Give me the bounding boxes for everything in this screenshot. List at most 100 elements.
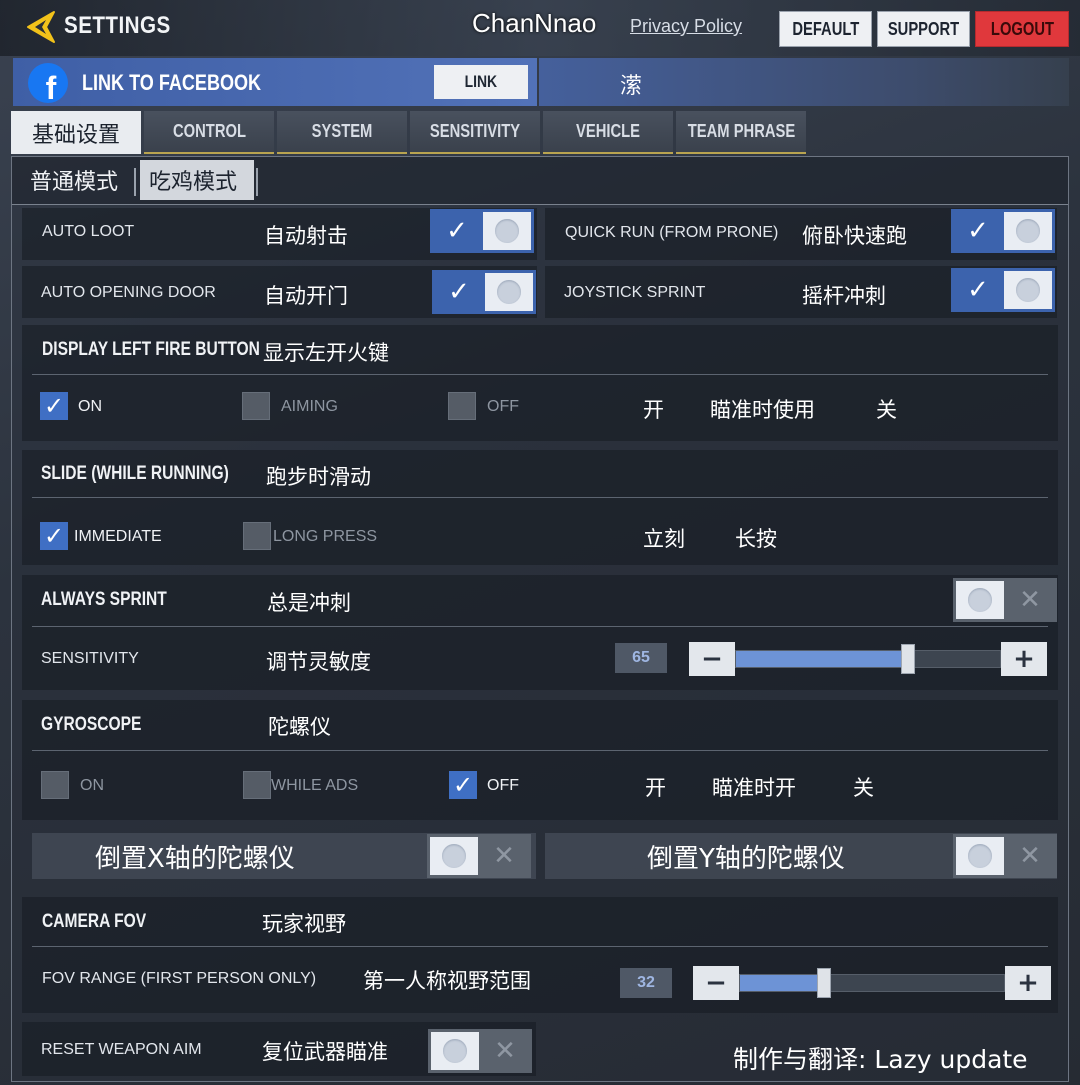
toggle-knob xyxy=(497,280,521,304)
invert-y-toggle[interactable]: ✕ xyxy=(953,834,1057,878)
quick-run-cn: 俯卧快速跑 xyxy=(802,224,907,248)
toggle-knob xyxy=(1016,219,1040,243)
gyroscope-on-checkbox[interactable] xyxy=(41,771,69,799)
toggle-knob xyxy=(443,1039,467,1063)
minus-icon: − xyxy=(701,644,723,674)
quick-run-toggle[interactable]: ✓ xyxy=(951,209,1055,253)
auto-door-cn: 自动开门 xyxy=(264,284,348,308)
sensitivity-increase-button[interactable]: + xyxy=(1001,642,1047,676)
credit-text: 制作与翻译: Lazy update xyxy=(733,1045,1028,1074)
toggle-knob xyxy=(968,844,992,868)
gyroscope-title: GYROSCOPE xyxy=(41,714,142,735)
check-icon: ✓ xyxy=(452,771,474,799)
subtab-normal-mode[interactable]: 普通模式 xyxy=(30,160,118,200)
minus-icon: − xyxy=(705,968,727,998)
facebook-icon: f xyxy=(28,63,68,103)
slide-title: SLIDE (WHILE RUNNING) xyxy=(41,463,229,484)
subtab-divider xyxy=(256,168,258,196)
divider xyxy=(32,374,1048,375)
always-sprint-toggle[interactable]: ✕ xyxy=(953,578,1057,622)
left-fire-on-checkbox[interactable]: ✓ xyxy=(40,392,68,420)
default-button[interactable]: DEFAULT xyxy=(779,11,872,47)
tab-control[interactable]: CONTROL xyxy=(144,111,274,154)
sensitivity-decrease-button[interactable]: − xyxy=(689,642,735,676)
privacy-policy-link[interactable]: Privacy Policy xyxy=(630,16,742,37)
slide-long-press-label: LONG PRESS xyxy=(273,528,378,545)
left-fire-cn-off: 关 xyxy=(876,398,897,422)
joystick-sprint-cn: 摇杆冲刺 xyxy=(802,284,886,308)
check-icon: ✓ xyxy=(967,275,989,305)
close-icon: ✕ xyxy=(493,841,515,871)
invert-x-toggle[interactable]: ✕ xyxy=(427,834,531,878)
slide-immediate-label: IMMEDIATE xyxy=(74,528,162,545)
support-button[interactable]: SUPPORT xyxy=(877,11,970,47)
auto-loot-label: AUTO LOOT xyxy=(42,223,135,240)
divider xyxy=(32,497,1048,498)
slide-cn-long-press: 长按 xyxy=(735,527,777,551)
gyroscope-off-checkbox[interactable]: ✓ xyxy=(449,771,477,799)
auto-loot-cn: 自动射击 xyxy=(264,224,348,248)
slide-immediate-checkbox[interactable]: ✓ xyxy=(40,522,68,550)
tab-vehicle[interactable]: VEHICLE xyxy=(543,111,673,154)
close-icon: ✕ xyxy=(1019,841,1041,871)
check-icon: ✓ xyxy=(446,216,468,246)
camera-fov-title: CAMERA FOV xyxy=(42,911,147,932)
sensitivity-slider-fill xyxy=(736,651,908,667)
divider xyxy=(32,750,1048,751)
tab-system[interactable]: SYSTEM xyxy=(277,111,407,154)
left-fire-cn: 显示左开火键 xyxy=(263,341,389,365)
slide-cn-immediate: 立刻 xyxy=(643,527,685,551)
back-chevron-icon[interactable] xyxy=(26,10,56,44)
toggle-knob xyxy=(442,844,466,868)
gyroscope-cn-off: 关 xyxy=(853,776,874,800)
subtab-battle-royale[interactable]: 吃鸡模式 xyxy=(140,160,254,200)
reset-weapon-aim-toggle[interactable]: ✕ xyxy=(428,1029,532,1073)
gyroscope-while-ads-label: WHILE ADS xyxy=(271,777,359,794)
fov-slider-track[interactable] xyxy=(739,974,1005,992)
left-fire-aiming-label: AIMING xyxy=(281,398,338,415)
fov-slider-fill xyxy=(740,975,825,991)
fov-range-cn: 第一人称视野范围 xyxy=(363,969,531,993)
invert-x-cn: 倒置X轴的陀螺仪 xyxy=(95,844,295,874)
tab-basic-settings[interactable]: 基础设置 xyxy=(11,111,141,154)
sensitivity-slider-thumb[interactable] xyxy=(900,644,915,674)
reset-weapon-aim-label: RESET WEAPON AIM xyxy=(41,1041,202,1058)
left-fire-off-checkbox[interactable] xyxy=(448,392,476,420)
player-name: ChanNnao xyxy=(472,8,597,38)
gyroscope-cn-on: 开 xyxy=(645,776,666,800)
gyroscope-off-label: OFF xyxy=(487,777,519,794)
divider xyxy=(32,626,1048,627)
gyroscope-cn: 陀螺仪 xyxy=(268,715,331,739)
sensitivity-label: SENSITIVITY xyxy=(41,650,139,667)
subtab-divider xyxy=(134,168,136,196)
check-icon: ✓ xyxy=(448,277,470,307)
sensitivity-slider-track[interactable] xyxy=(735,650,1001,668)
fov-slider-thumb[interactable] xyxy=(817,968,832,998)
tab-team-phrase[interactable]: TEAM PHRASE xyxy=(676,111,806,154)
fov-decrease-button[interactable]: − xyxy=(693,966,739,1000)
invert-y-cn: 倒置Y轴的陀螺仪 xyxy=(647,844,845,874)
left-fire-cn-aiming: 瞄准时使用 xyxy=(710,398,815,422)
gyroscope-while-ads-checkbox[interactable] xyxy=(243,771,271,799)
joystick-sprint-toggle[interactable]: ✓ xyxy=(951,268,1055,312)
plus-icon: + xyxy=(1017,968,1039,998)
fov-increase-button[interactable]: + xyxy=(1005,966,1051,1000)
reset-weapon-aim-cn: 复位武器瞄准 xyxy=(262,1040,388,1064)
sensitivity-cn: 调节灵敏度 xyxy=(266,650,371,674)
check-icon: ✓ xyxy=(43,522,65,550)
facebook-link-button[interactable]: LINK xyxy=(434,65,528,99)
left-fire-title: DISPLAY LEFT FIRE BUTTON xyxy=(42,339,260,360)
check-icon: ✓ xyxy=(43,392,65,420)
left-fire-aiming-checkbox[interactable] xyxy=(242,392,270,420)
plus-icon: + xyxy=(1013,644,1035,674)
always-sprint-title: ALWAYS SPRINT xyxy=(41,589,167,610)
auto-loot-toggle[interactable]: ✓ xyxy=(430,209,534,253)
camera-fov-cn: 玩家视野 xyxy=(262,912,346,936)
logout-button[interactable]: LOGOUT xyxy=(975,11,1069,47)
fov-range-label: FOV RANGE (FIRST PERSON ONLY) xyxy=(42,970,317,987)
left-fire-on-label: ON xyxy=(78,398,102,415)
check-icon: ✓ xyxy=(967,216,989,246)
auto-door-toggle[interactable]: ✓ xyxy=(432,270,536,314)
slide-long-press-checkbox[interactable] xyxy=(243,522,271,550)
tab-sensitivity[interactable]: SENSITIVITY xyxy=(410,111,540,154)
